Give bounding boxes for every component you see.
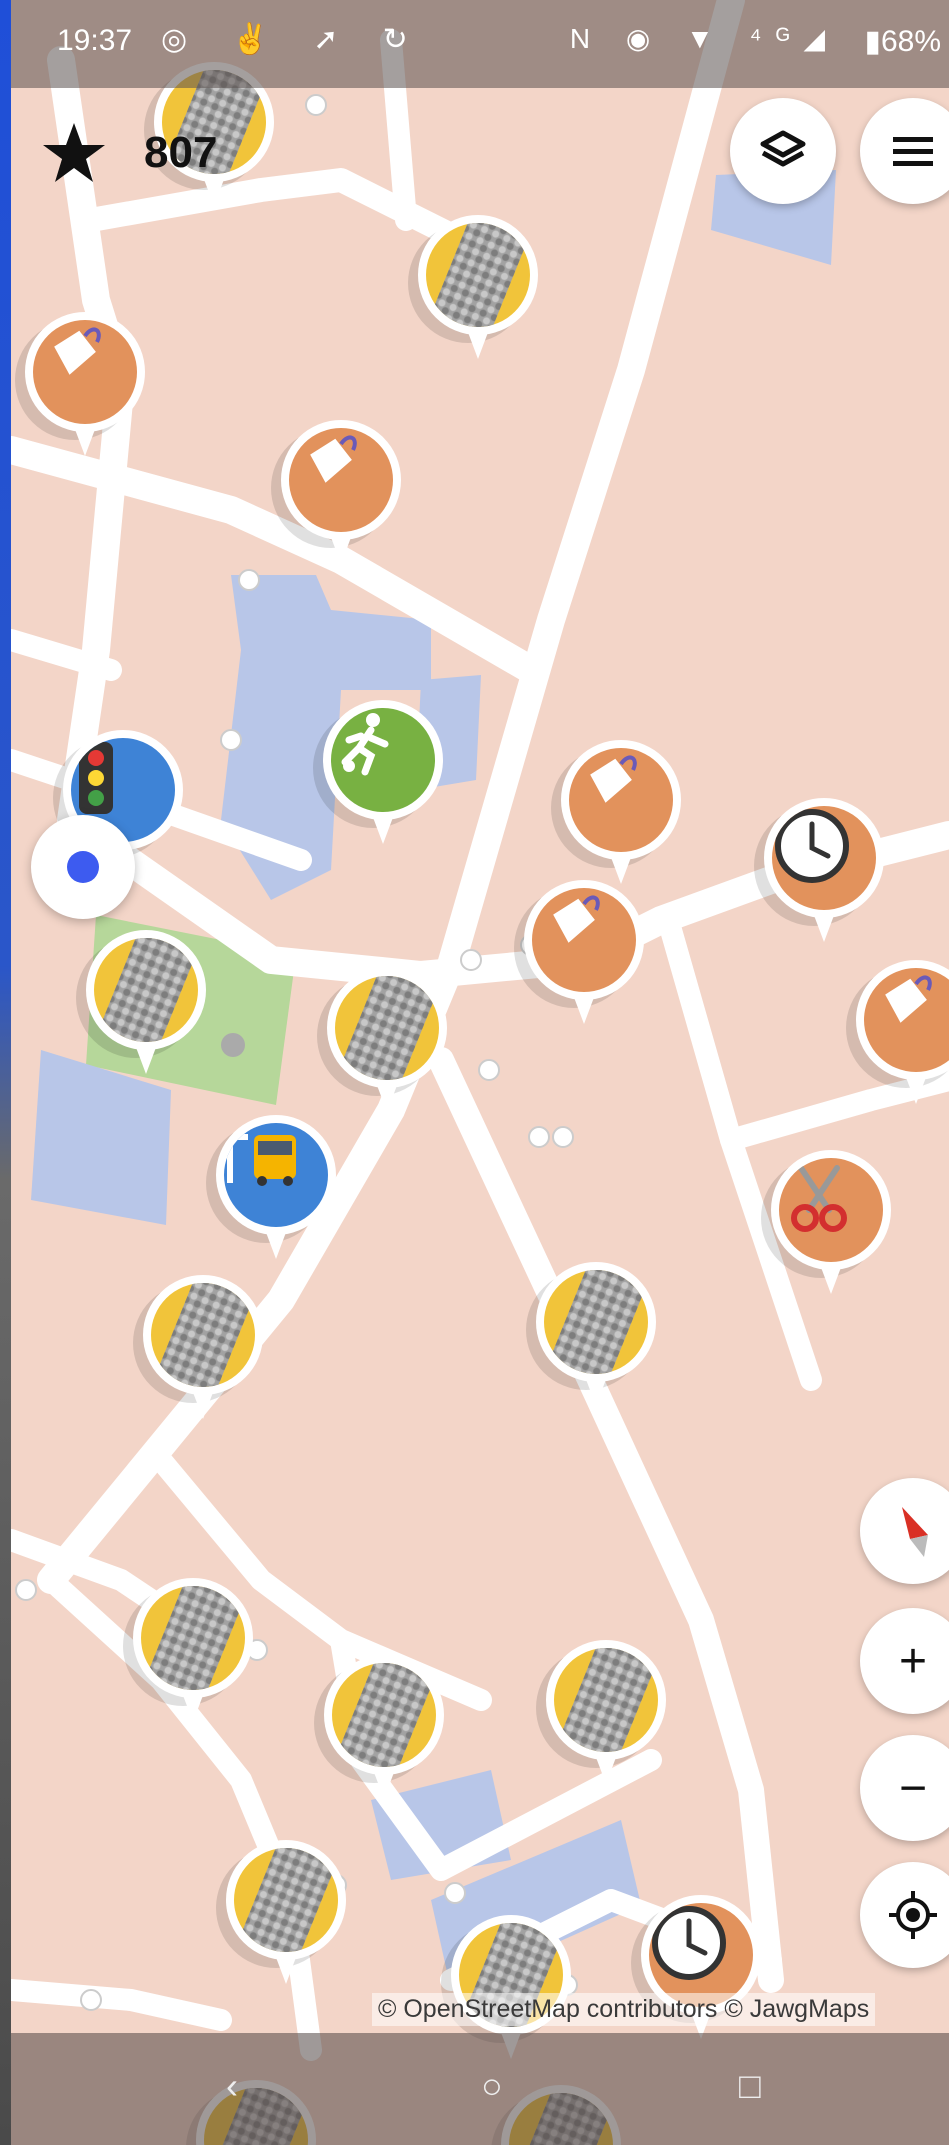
- road-node: [528, 1126, 550, 1148]
- tag-icon: [289, 428, 393, 532]
- bus-stop-icon: [224, 1123, 328, 1227]
- current-location-marker: [31, 815, 135, 919]
- opening-hours-quest-pin[interactable]: [764, 798, 884, 948]
- map-attribution[interactable]: © OpenStreetMap contributors © JawgMaps: [372, 1993, 876, 2026]
- running-person-icon: [331, 708, 435, 812]
- road-node: [238, 569, 260, 591]
- status-time: 19:37: [57, 24, 133, 57]
- road: [11, 1979, 232, 2031]
- road-node: [460, 949, 482, 971]
- cobblestone-icon: [335, 976, 439, 1080]
- clock-icon: [649, 1903, 753, 2007]
- cobblestone-icon: [151, 1283, 255, 1387]
- navigation-bar: ‹ ○ □: [11, 2033, 949, 2145]
- bus-stop-quest-pin[interactable]: [216, 1115, 336, 1265]
- status-notification-icons: ◎ ✌ ➚ ↻: [161, 23, 426, 56]
- status-bar: 19:37 ◎ ✌ ➚ ↻ N ◉ ▼ ⁴ᴳ◢ ▮68%: [11, 0, 949, 88]
- cobblestone-icon: [234, 1848, 338, 1952]
- tag-icon: [569, 748, 673, 852]
- road-node: [220, 729, 242, 751]
- road-node: [305, 94, 327, 116]
- compass-icon: [902, 1507, 928, 1557]
- road-node: [80, 1989, 102, 2011]
- cobblestone-icon: [554, 1648, 658, 1752]
- star-counter[interactable]: 807: [40, 118, 217, 188]
- cobblestone-quest-pin[interactable]: [226, 1840, 346, 1990]
- road-node: [478, 1059, 500, 1081]
- cobblestone-quest-pin[interactable]: [536, 1262, 656, 1412]
- sports-quest-pin[interactable]: [323, 700, 443, 850]
- tag-quest-pin[interactable]: [561, 740, 681, 890]
- cobblestone-icon: [94, 938, 198, 1042]
- road-node: [444, 1882, 466, 1904]
- map-view[interactable]: [11, 0, 949, 2145]
- zoom-out-label: −: [898, 1761, 928, 1815]
- road-node: [552, 1126, 574, 1148]
- cobblestone-quest-pin[interactable]: [86, 930, 206, 1080]
- scissors-icon: [779, 1158, 883, 1262]
- layers-icon: [760, 130, 806, 167]
- star-icon: [43, 123, 105, 182]
- back-button[interactable]: ‹: [226, 2065, 238, 2107]
- home-button[interactable]: ○: [481, 2065, 503, 2107]
- tag-icon: [532, 888, 636, 992]
- tag-quest-pin[interactable]: [856, 960, 949, 1110]
- cobblestone-quest-pin[interactable]: [143, 1275, 263, 1425]
- cobblestone-icon: [426, 223, 530, 327]
- layers-button[interactable]: [730, 98, 836, 204]
- hairdresser-quest-pin[interactable]: [771, 1150, 891, 1300]
- clock-icon: [772, 806, 876, 910]
- menu-icon: [893, 137, 933, 166]
- background-edge: [0, 0, 11, 2145]
- cobblestone-icon: [332, 1663, 436, 1767]
- cobblestone-icon: [544, 1270, 648, 1374]
- road-node: [15, 1579, 37, 1601]
- battery-indicator: ▮68%: [864, 25, 941, 58]
- star-count: 807: [144, 128, 218, 177]
- tag-quest-pin[interactable]: [25, 312, 145, 462]
- tag-quest-pin[interactable]: [281, 420, 401, 570]
- cobblestone-quest-pin[interactable]: [327, 968, 447, 1118]
- cobblestone-quest-pin[interactable]: [324, 1655, 444, 1805]
- tag-icon: [33, 320, 137, 424]
- cobblestone-icon: [141, 1586, 245, 1690]
- recents-button[interactable]: □: [739, 2065, 761, 2107]
- cobblestone-quest-pin[interactable]: [133, 1578, 253, 1728]
- cobblestone-quest-pin[interactable]: [418, 215, 538, 365]
- locate-icon: [889, 1891, 937, 1939]
- road-node: [221, 1033, 245, 1057]
- tag-quest-pin[interactable]: [524, 880, 644, 1030]
- status-system-icons: N ◉ ▼ ⁴ᴳ◢: [569, 23, 839, 54]
- zoom-in-label: +: [898, 1634, 928, 1688]
- cobblestone-quest-pin[interactable]: [546, 1640, 666, 1790]
